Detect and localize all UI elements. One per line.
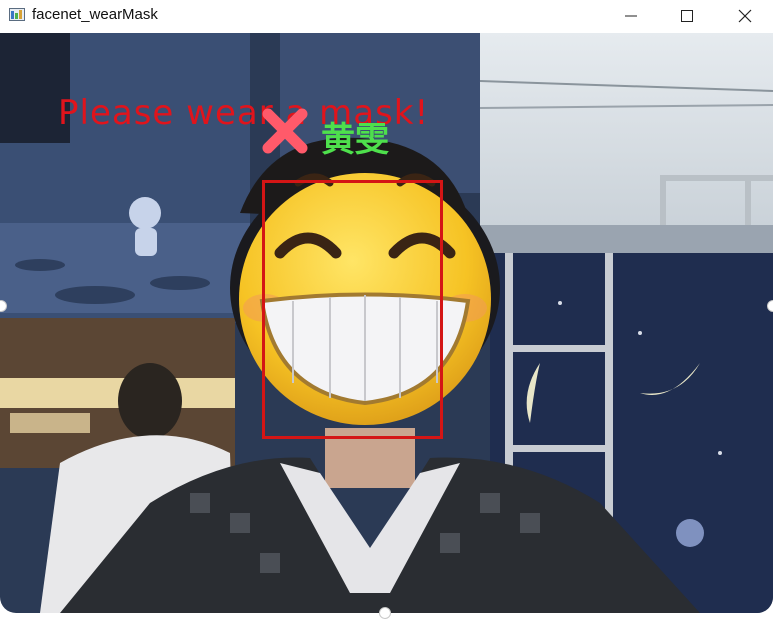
x-mark-icon	[262, 108, 308, 154]
camera-feed: Please wear a mask! 黄雯	[0, 33, 773, 613]
minimize-icon	[625, 15, 637, 17]
app-icon	[9, 8, 25, 21]
close-icon	[738, 9, 752, 23]
resize-handle-bottom[interactable]	[379, 607, 391, 619]
app-window: facenet_wearMask Please wear a mask! 黄雯	[0, 0, 773, 619]
resize-handle-right[interactable]	[767, 300, 773, 312]
person-name-label: 黄雯	[321, 120, 389, 160]
close-button[interactable]	[717, 0, 773, 32]
maximize-icon	[681, 10, 693, 22]
window-title: facenet_wearMask	[32, 6, 158, 23]
face-detection-box	[262, 180, 443, 439]
minimize-button[interactable]	[603, 0, 659, 32]
maximize-button[interactable]	[659, 0, 715, 32]
title-bar[interactable]: facenet_wearMask	[0, 0, 773, 32]
